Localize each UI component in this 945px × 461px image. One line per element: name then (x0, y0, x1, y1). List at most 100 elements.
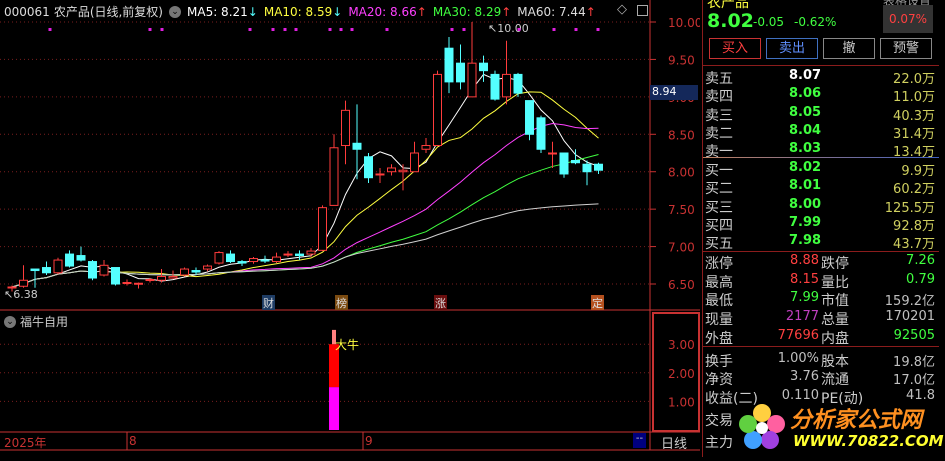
event-marker[interactable]: 榜 (335, 295, 348, 310)
stat-value: 8.15 (790, 271, 819, 287)
signal-dot (271, 28, 275, 31)
candle-down (571, 159, 580, 164)
trade-row-label: 交易 (705, 413, 733, 429)
candle-up (467, 62, 477, 98)
signal-dot (160, 28, 164, 31)
ask-row[interactable]: 卖五 8.07 22.0万 (703, 67, 939, 87)
indicator-tick-label: 3.00 (668, 338, 695, 352)
ask-row[interactable]: 卖三 8.05 40.3万 (703, 104, 939, 124)
stat-value: 17.0亿 (893, 373, 935, 389)
candle-up (421, 145, 431, 150)
ma10-label: MA10: 8.59↓ (263, 4, 343, 19)
divider (703, 65, 939, 66)
stat-value: 7.99 (790, 290, 819, 306)
kline-svg[interactable]: 10.009.509.008.508.007.507.006.50↖10.00↖… (0, 0, 702, 457)
level-volume: 40.3万 (893, 108, 935, 124)
stat-label: 外盘 (705, 330, 733, 347)
ask-row[interactable]: 卖二 8.04 31.4万 (703, 122, 939, 142)
candle-down (364, 156, 373, 179)
event-marker[interactable]: 财 (262, 295, 275, 310)
level-volume: 9.9万 (901, 164, 935, 179)
level-price: 8.00 (789, 196, 822, 212)
sell-button[interactable]: 卖出 (766, 38, 818, 59)
ask-row[interactable]: 卖四 8.06 11.0万 (703, 85, 939, 105)
candle-down (76, 255, 86, 261)
candle-up (53, 259, 63, 274)
candle-up (283, 253, 293, 256)
indicator-bar (329, 387, 339, 430)
level-volume: 43.7万 (893, 237, 935, 253)
candle-down (559, 152, 569, 175)
level-price: 7.99 (789, 214, 822, 230)
ma30-label: MA30: 8.29↑ (432, 4, 512, 19)
quote-panel: 农产品 表格设置 8.02 -0.05 -0.62% 0.07% 买入 卖出 撤… (702, 0, 939, 457)
candle-down (88, 261, 97, 279)
signal-dot (462, 28, 466, 31)
event-marker[interactable]: 定 (591, 295, 604, 310)
candle-down (352, 142, 362, 150)
candle-down (525, 100, 534, 135)
candle-up (341, 109, 350, 147)
candle-down (479, 62, 488, 72)
stat-value: 8.88 (790, 253, 819, 268)
panel-toggle-icon[interactable] (637, 5, 648, 16)
ma20-line (11, 123, 599, 288)
month-8-label: 8 (129, 434, 137, 448)
level-price: 8.02 (789, 160, 822, 175)
divider (703, 157, 939, 158)
stat-value: 3.76 (790, 369, 819, 385)
last-price: 8.02 (707, 10, 754, 32)
signal-dot (48, 28, 52, 31)
candle-up (548, 152, 557, 155)
bid-row[interactable]: 买二 8.01 60.2万 (703, 177, 939, 197)
price-tick-label: 8.50 (668, 128, 695, 142)
kline-chart-area[interactable]: 10.009.509.008.508.007.507.006.50↖10.00↖… (0, 0, 702, 457)
stat-value: 92505 (893, 327, 935, 343)
bid-row[interactable]: 买四 7.99 92.8万 (703, 214, 939, 234)
diamond-icon[interactable]: ◇ (617, 2, 627, 17)
stat-row: 最高 8.15 量比 0.79 (703, 271, 939, 291)
nav-button[interactable]: -- (633, 433, 646, 448)
candle-up (145, 279, 155, 282)
period-label[interactable]: 日线 (661, 433, 687, 452)
candle-up (398, 169, 408, 173)
stat-value: 1.00% (777, 350, 819, 366)
bid-row[interactable]: 买五 7.98 43.7万 (703, 232, 939, 253)
indicator-tick-label: 1.00 (668, 395, 695, 409)
level-price: 8.07 (789, 68, 822, 83)
candle-down (65, 253, 74, 267)
chart-header: 000061 农产品(日线,前复权) ⌄ MA5: 8.21↓ MA10: 8.… (4, 3, 596, 20)
candle-up (157, 276, 166, 281)
stat-row: 现量 2177 总量 170201 (703, 308, 939, 328)
bid-row[interactable]: 买一 8.02 9.9万 (703, 159, 939, 179)
signal-dot (339, 28, 343, 31)
candle-up (122, 282, 132, 285)
alert-button[interactable]: 预警 (880, 38, 932, 59)
candle-up (180, 268, 189, 276)
candle-up (502, 73, 511, 98)
level-volume: 125.5万 (884, 200, 935, 216)
buy-button[interactable]: 买入 (709, 38, 761, 59)
price-tick-label: 7.50 (668, 203, 695, 217)
ma5-label: MA5: 8.21↓ (187, 4, 258, 19)
candle-down (260, 259, 270, 262)
collapse-icon[interactable]: ⌄ (169, 5, 181, 18)
collapse-icon[interactable]: ⌄ (4, 315, 16, 328)
signal-dot (248, 28, 252, 31)
event-marker[interactable]: 涨 (434, 295, 447, 310)
stat-value: 170201 (885, 309, 935, 325)
candle-up (387, 167, 396, 173)
cancel-order-button[interactable]: 撤 (823, 38, 875, 59)
bid-row[interactable]: 买三 8.00 125.5万 (703, 196, 939, 216)
candle-up (249, 258, 258, 263)
candle-down (226, 253, 235, 263)
small-pct-box: 0.07% (883, 5, 933, 33)
ma60-label: MA60: 7.44↑ (517, 4, 596, 19)
level-volume: 31.4万 (893, 126, 935, 142)
level-price: 8.06 (789, 86, 822, 102)
signal-dot (450, 28, 454, 31)
signal-dot (283, 28, 287, 31)
stat-value: 19.8亿 (893, 354, 935, 370)
level-volume: 22.0万 (893, 72, 935, 87)
signal-dot (517, 28, 521, 31)
